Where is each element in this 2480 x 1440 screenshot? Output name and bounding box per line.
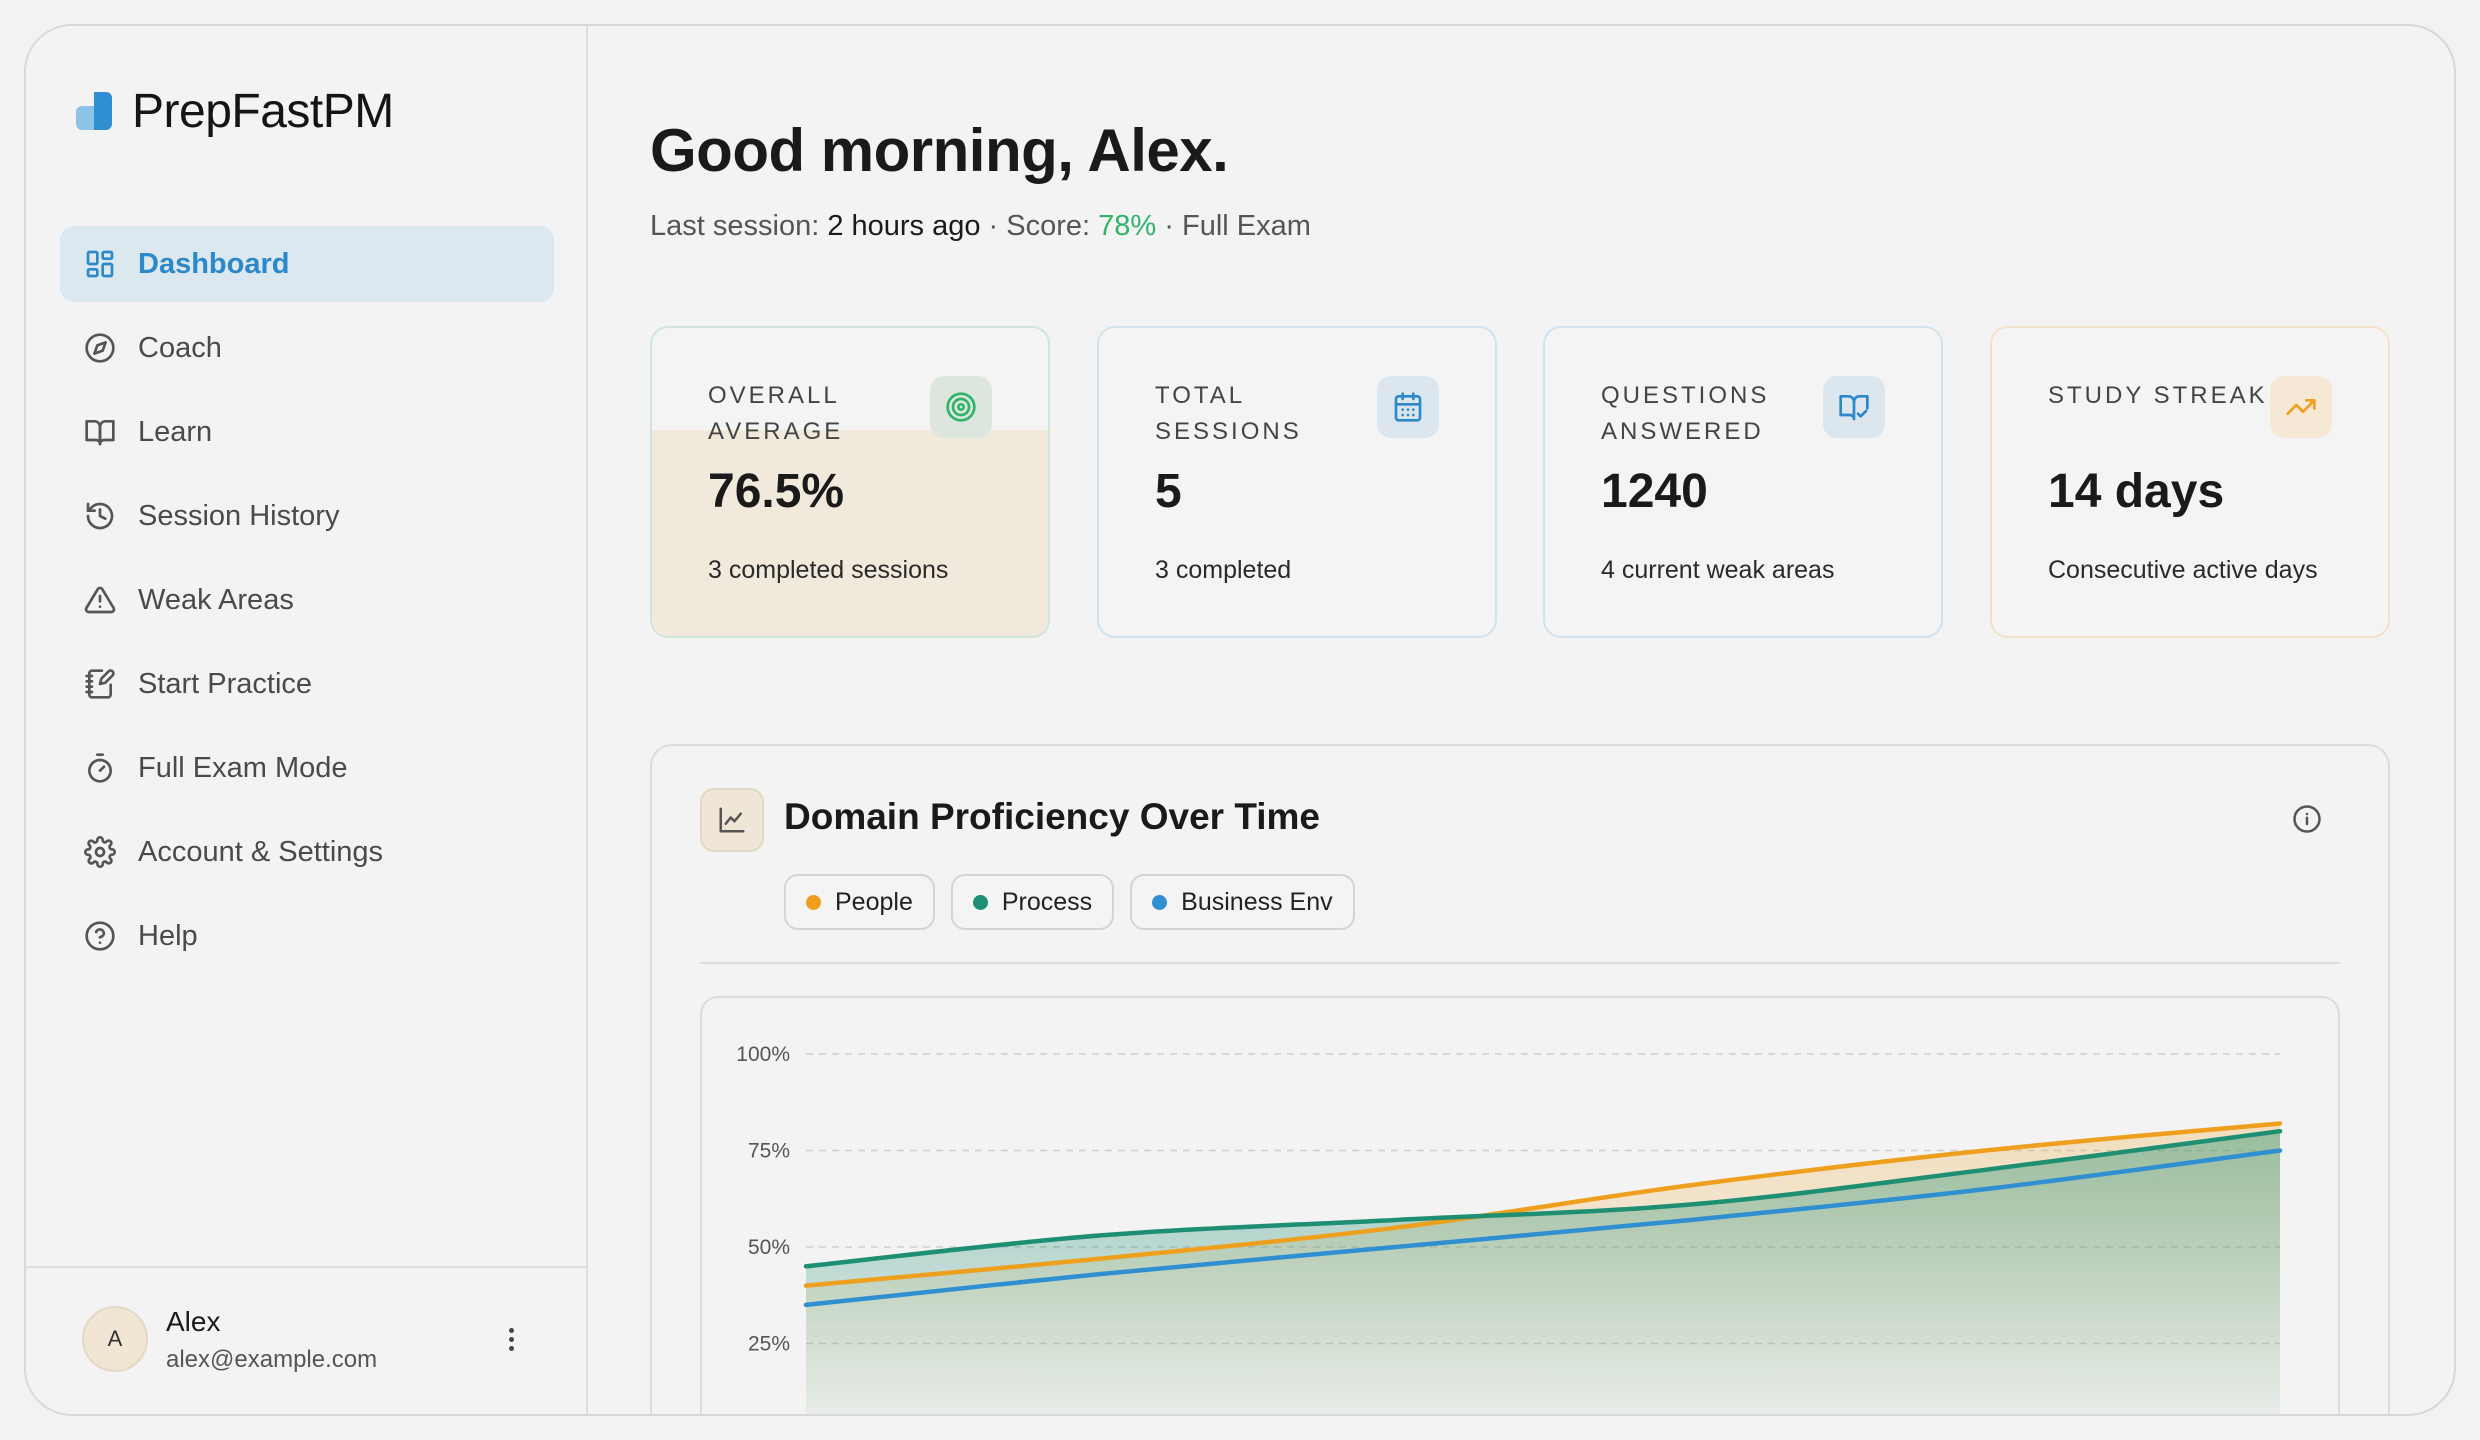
sidebar-item-label: Coach	[138, 331, 222, 364]
book-open-icon	[84, 416, 116, 448]
score-value: 78%	[1098, 210, 1157, 242]
legend-dot	[806, 894, 821, 910]
sidebar-item-weak-areas[interactable]: Weak Areas	[60, 562, 554, 638]
history-icon	[84, 500, 116, 532]
sidebar-item-label: Account & Settings	[138, 835, 384, 868]
stat-card-overall-average[interactable]: Overall Average 76.5% 3 completed sessio…	[650, 326, 1050, 638]
proficiency-line-chart: 100%75%50%25%0%	[736, 1043, 2283, 1414]
sidebar-item-label: Dashboard	[138, 247, 290, 280]
exam-mode: · Full Exam	[1156, 210, 1311, 242]
line-chart-icon	[700, 788, 764, 852]
sidebar-item-dashboard[interactable]: Dashboard	[60, 226, 554, 302]
sidebar-item-label: Weak Areas	[138, 583, 294, 616]
page-title: Good morning, Alex.	[650, 117, 1229, 184]
y-tick-label: 100%	[736, 1043, 790, 1066]
stopwatch-icon	[84, 752, 116, 784]
sidebar-item-label: Start Practice	[138, 667, 313, 700]
panel-divider	[700, 962, 2340, 964]
warning-icon	[84, 584, 116, 616]
y-tick-label: 25%	[748, 1333, 790, 1356]
stat-note: Consecutive active days	[2048, 556, 2318, 584]
y-tick-label: 75%	[748, 1140, 790, 1163]
book-check-icon	[1823, 376, 1885, 438]
stat-label: Overall Average	[708, 382, 844, 445]
stat-note: 3 completed sessions	[708, 556, 949, 584]
more-options-icon[interactable]	[496, 1324, 526, 1354]
score-prefix: · Score:	[980, 210, 1099, 242]
avatar[interactable]: A	[82, 1306, 148, 1372]
stat-label: Questions Answered	[1601, 382, 1770, 445]
legend-toggle-process[interactable]: Process	[950, 874, 1115, 930]
user-profile[interactable]: A Alex alex@example.com	[26, 1266, 586, 1414]
stat-value: 76.5%	[708, 465, 845, 518]
info-icon[interactable]	[2292, 804, 2322, 834]
user-name: Alex	[166, 1306, 221, 1337]
compass-icon	[84, 332, 116, 364]
trending-up-icon	[2270, 376, 2332, 438]
domain-proficiency-panel: Domain Proficiency Over Time People Proc…	[650, 744, 2390, 1414]
legend-toggle-people[interactable]: People	[784, 874, 935, 930]
last-session-prefix: Last session:	[650, 210, 828, 242]
y-tick-label: 50%	[748, 1236, 790, 1259]
legend-label: Business Env	[1181, 887, 1333, 916]
legend-toggle-business-env[interactable]: Business Env	[1130, 874, 1355, 930]
user-email: alex@example.com	[166, 1346, 378, 1373]
main-content: Good morning, Alex. Last session: 2 hour…	[588, 26, 2454, 1414]
stat-value: 1240	[1601, 465, 1708, 518]
sidebar-item-label: Help	[138, 919, 198, 952]
calendar-icon	[1377, 376, 1439, 438]
stat-card-questions-answered[interactable]: Questions Answered 1240 4 current weak a…	[1543, 326, 1943, 638]
sidebar-item-account-settings[interactable]: Account & Settings	[60, 814, 554, 890]
app-window: PrepFastPM Dashboard Coach Learn Session…	[24, 24, 2456, 1416]
stat-note: 4 current weak areas	[1601, 556, 1835, 584]
chart-legend: People Process Business Env	[784, 874, 1355, 930]
notebook-pen-icon	[84, 668, 116, 700]
sidebar-item-help[interactable]: Help	[60, 898, 554, 974]
stats-cards: Overall Average 76.5% 3 completed sessio…	[650, 326, 2390, 638]
sidebar-item-label: Full Exam Mode	[138, 751, 348, 784]
sidebar-nav: Dashboard Coach Learn Session History We…	[60, 226, 554, 982]
stat-card-total-sessions[interactable]: Total Sessions 5 3 completed	[1097, 326, 1497, 638]
sidebar-item-label: Session History	[138, 499, 340, 532]
brand-name: PrepFastPM	[132, 85, 394, 138]
legend-dot	[972, 894, 988, 910]
brand-logo-icon	[76, 91, 114, 132]
panel-title: Domain Proficiency Over Time	[784, 796, 1321, 837]
sidebar-item-label: Learn	[138, 415, 213, 448]
sidebar-item-coach[interactable]: Coach	[60, 310, 554, 386]
stat-label: Total Sessions	[1155, 382, 1302, 445]
legend-dot	[1152, 894, 1168, 910]
area-process	[806, 1131, 2280, 1414]
stat-card-study-streak[interactable]: Study Streak 14 days Consecutive active …	[1990, 326, 2390, 638]
sidebar-item-session-history[interactable]: Session History	[60, 478, 554, 554]
sidebar-item-start-practice[interactable]: Start Practice	[60, 646, 554, 722]
gear-icon	[84, 836, 116, 868]
sidebar-item-full-exam-mode[interactable]: Full Exam Mode	[60, 730, 554, 806]
card-highlight	[652, 430, 1048, 636]
legend-label: People	[835, 887, 913, 916]
stat-label: Study Streak	[2048, 382, 2268, 409]
dashboard-icon	[84, 248, 116, 280]
last-session-summary: Last session: 2 hours ago · Score: 78% ·…	[650, 210, 1311, 243]
stat-note: 3 completed	[1155, 556, 1292, 584]
stat-value: 14 days	[2048, 465, 2225, 518]
sidebar: PrepFastPM Dashboard Coach Learn Session…	[26, 26, 588, 1414]
last-session-time: 2 hours ago	[827, 210, 981, 242]
help-circle-icon	[84, 920, 116, 952]
legend-label: Process	[1001, 887, 1093, 916]
brand[interactable]: PrepFastPM	[76, 84, 394, 139]
stat-value: 5	[1155, 465, 1182, 518]
chart-area: 100%75%50%25%0%	[700, 996, 2340, 1414]
sidebar-item-learn[interactable]: Learn	[60, 394, 554, 470]
target-icon	[930, 376, 992, 438]
